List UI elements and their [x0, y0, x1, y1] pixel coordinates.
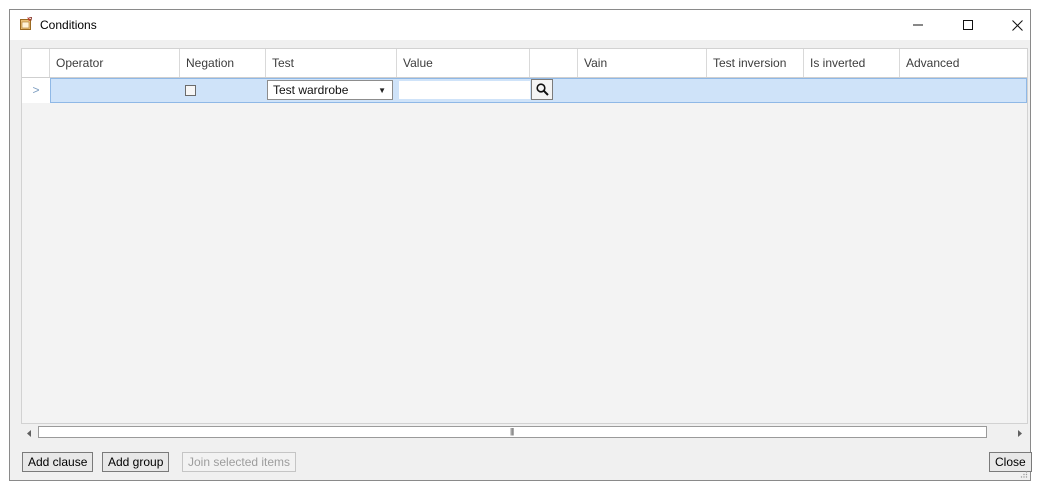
header-vain[interactable]: Vain [578, 49, 707, 77]
header-negation[interactable]: Negation [180, 49, 266, 77]
negation-checkbox[interactable] [185, 85, 196, 96]
header-blank[interactable] [530, 49, 578, 77]
add-clause-button[interactable]: Add clause [22, 452, 94, 472]
header-advanced[interactable]: Advanced [900, 49, 1027, 77]
conditions-window: Conditions Operator Negation Test Value … [9, 9, 1032, 481]
header-value[interactable]: Value [397, 49, 530, 77]
grid-header: Operator Negation Test Value Vain Test i… [22, 49, 1027, 78]
app-icon [20, 17, 32, 30]
scroll-right-button[interactable] [1014, 428, 1024, 438]
header-test-inversion[interactable]: Test inversion [707, 49, 804, 77]
resize-grip-icon[interactable] [1020, 470, 1028, 478]
minimize-button[interactable] [895, 10, 941, 40]
header-row-selector [22, 49, 50, 77]
close-icon [1011, 19, 1023, 31]
maximize-button[interactable] [945, 10, 991, 40]
caret-right-icon [1017, 429, 1022, 437]
minimize-icon [913, 24, 923, 26]
search-button[interactable] [531, 79, 553, 100]
value-field[interactable] [398, 80, 531, 100]
join-selected-button[interactable]: Join selected items [182, 452, 297, 472]
header-test[interactable]: Test [266, 49, 397, 77]
scroll-left-button[interactable] [24, 428, 34, 438]
caret-left-icon [26, 429, 31, 437]
horizontal-scrollbar[interactable]: ||| [21, 424, 1028, 441]
search-icon [535, 83, 549, 96]
scroll-grip: ||| [510, 427, 514, 436]
chevron-down-icon: ▼ [378, 86, 386, 95]
header-operator[interactable]: Operator [50, 49, 180, 77]
row-indicator[interactable]: > [22, 78, 50, 103]
add-group-button[interactable]: Add group [102, 452, 170, 472]
header-is-inverted[interactable]: Is inverted [804, 49, 900, 77]
close-window-button[interactable] [994, 10, 1040, 40]
window-title: Conditions [40, 18, 97, 32]
test-dropdown[interactable]: Test wardrobe ▼ [267, 80, 393, 100]
close-button[interactable]: Close [989, 452, 1032, 472]
test-dropdown-value: Test wardrobe [273, 83, 349, 97]
conditions-grid[interactable]: Operator Negation Test Value Vain Test i… [21, 48, 1028, 424]
maximize-icon [963, 20, 973, 30]
title-bar[interactable]: Conditions [10, 10, 1030, 40]
